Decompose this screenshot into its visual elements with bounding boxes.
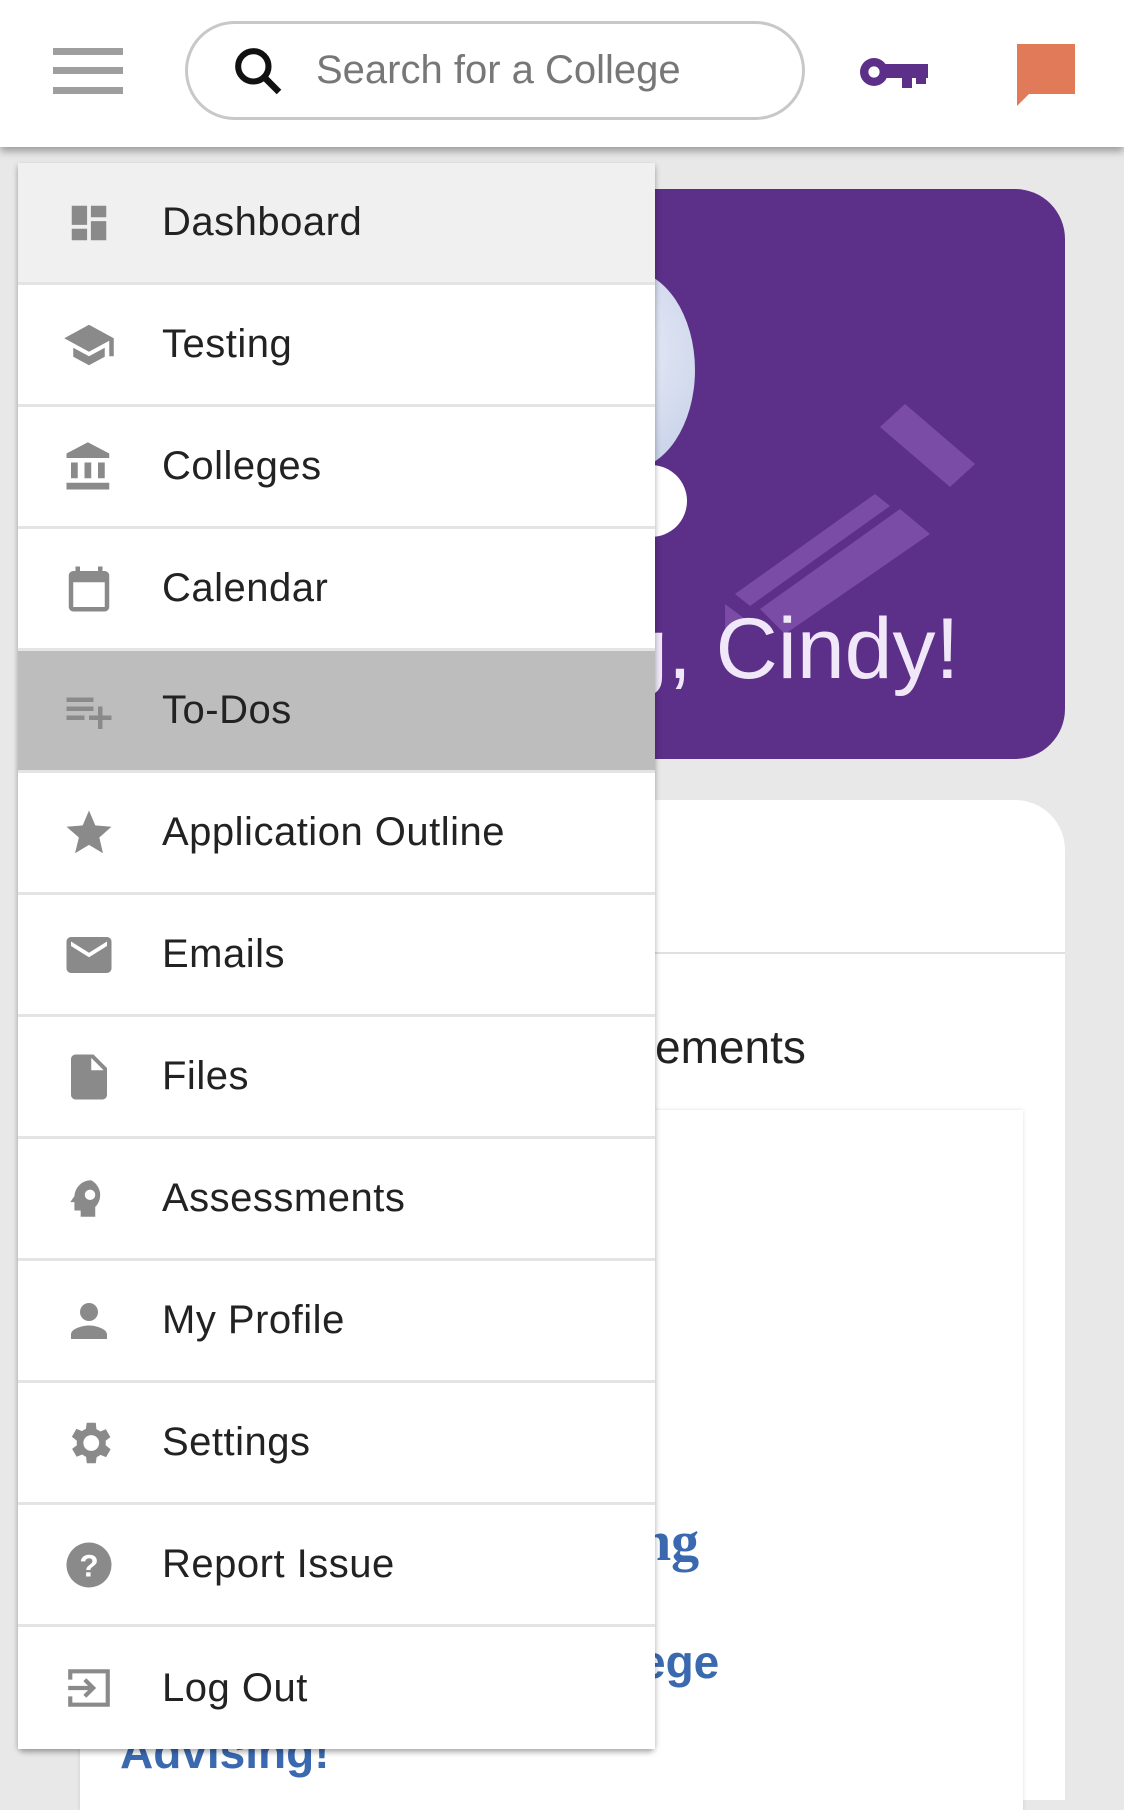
- menu-item-colleges[interactable]: Colleges: [18, 407, 655, 529]
- greeting-text: g, Cindy!: [620, 601, 960, 697]
- menu-item-label: Testing: [162, 322, 293, 366]
- menu-item-label: Report Issue: [162, 1542, 395, 1586]
- menu-item-label: Log Out: [162, 1665, 308, 1710]
- mail-icon: [62, 928, 116, 982]
- person-icon: [62, 1294, 116, 1348]
- menu-item-application-outline[interactable]: Application Outline: [18, 773, 655, 895]
- menu-item-label: Settings: [162, 1420, 311, 1464]
- graduation-cap-icon: [62, 318, 116, 372]
- menu-item-log-out[interactable]: Log Out: [18, 1627, 655, 1749]
- psychology-icon: [62, 1172, 116, 1226]
- divider: [600, 952, 1065, 954]
- file-icon: [62, 1050, 116, 1104]
- menu-item-settings[interactable]: Settings: [18, 1383, 655, 1505]
- playlist-add-icon: [62, 684, 116, 738]
- menu-item-emails[interactable]: Emails: [18, 895, 655, 1017]
- menu-item-files[interactable]: Files: [18, 1017, 655, 1139]
- star-icon: [62, 806, 116, 860]
- menu-item-label: Application Outline: [162, 810, 506, 854]
- dashboard-icon: [62, 196, 116, 250]
- menu-item-testing[interactable]: Testing: [18, 285, 655, 407]
- menu-item-label: Colleges: [162, 444, 322, 488]
- gear-icon: [62, 1416, 116, 1470]
- menu-item-label: Assessments: [162, 1176, 406, 1220]
- search-icon: [235, 47, 282, 94]
- menu-item-label: Calendar: [162, 566, 329, 610]
- search-box[interactable]: [185, 21, 805, 120]
- institution-icon: [62, 440, 116, 494]
- calendar-icon: [62, 562, 116, 616]
- help-icon: ?: [62, 1538, 116, 1592]
- chat-icon[interactable]: [1013, 42, 1079, 106]
- nav-drawer: Dashboard Testing Colleges Calendar To-D…: [18, 163, 655, 1749]
- menu-item-label: Files: [162, 1054, 249, 1098]
- menu-item-my-profile[interactable]: My Profile: [18, 1261, 655, 1383]
- key-icon[interactable]: [858, 52, 930, 92]
- search-input[interactable]: [316, 48, 756, 93]
- top-bar: [0, 0, 1124, 147]
- hamburger-menu-button[interactable]: [53, 48, 123, 94]
- menu-item-label: Emails: [162, 932, 286, 976]
- menu-item-label: To-Dos: [162, 688, 292, 732]
- logout-icon: [62, 1661, 116, 1715]
- announcements-heading: ements: [655, 1021, 806, 1073]
- menu-item-assessments[interactable]: Assessments: [18, 1139, 655, 1261]
- menu-item-report-issue[interactable]: ? Report Issue: [18, 1505, 655, 1627]
- menu-item-label: My Profile: [162, 1298, 345, 1342]
- svg-text:?: ?: [79, 1547, 98, 1583]
- menu-item-dashboard[interactable]: Dashboard: [18, 163, 655, 285]
- menu-item-label: Dashboard: [162, 200, 363, 244]
- menu-item-calendar[interactable]: Calendar: [18, 529, 655, 651]
- menu-item-todos[interactable]: To-Dos: [18, 651, 655, 773]
